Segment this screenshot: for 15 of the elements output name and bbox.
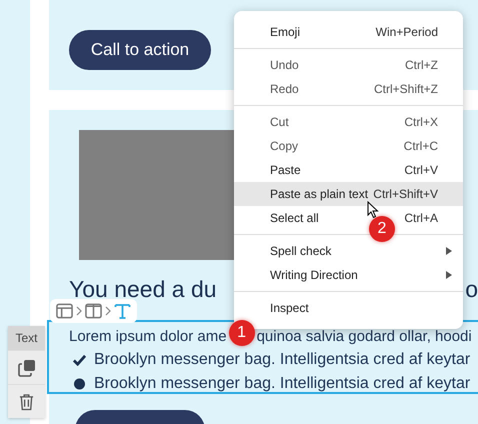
paragraph-text: quinoa salvia godard ollar, hoodi	[256, 327, 472, 347]
block-type-label: Text	[8, 326, 45, 350]
heading: You need a du	[69, 275, 217, 304]
list-item-text: Brooklyn messenger bag. Intelligentsia cred af keytar	[94, 375, 470, 393]
shortcut-text: Ctrl+C	[404, 139, 438, 153]
step-badge: 1	[228, 320, 255, 346]
shortcut-text: Ctrl+V	[404, 163, 438, 177]
shortcut-text: Win+Period	[376, 25, 438, 39]
list-item-text: Brooklyn messenger bag. Intelligentsia cred af keytar	[94, 351, 470, 369]
shortcut-text: Ctrl+X	[404, 115, 438, 129]
heading: o	[465, 275, 478, 304]
shortcut-text: Ctrl+Shift+Z	[374, 82, 438, 96]
shortcut-text: Ctrl+A	[404, 211, 438, 225]
paragraph-text: Lorem ipsum dolor ame	[69, 327, 227, 347]
shortcut-text: Ctrl+Z	[405, 58, 438, 72]
